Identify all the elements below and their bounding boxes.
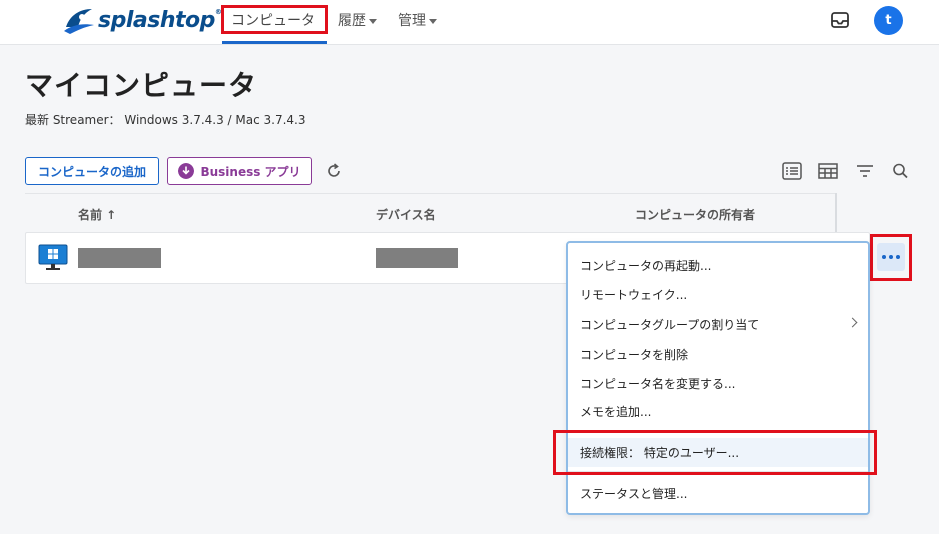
avatar-initial: t <box>885 13 892 28</box>
business-app-label: Business アプリ <box>200 164 301 179</box>
splashtop-logo-icon <box>64 9 94 34</box>
table-header: 名前 ↑ デバイス名 コンピュータの所有者 <box>25 193 835 233</box>
filter-icon[interactable] <box>855 162 875 180</box>
menu-item-label: コンピュータの再起動... <box>580 259 712 273</box>
menu-divider <box>568 430 868 431</box>
menu-item-add-note[interactable]: メモを追加... <box>568 397 868 426</box>
column-header-owner[interactable]: コンピュータの所有者 <box>635 206 755 223</box>
menu-item-status-management[interactable]: ステータスと管理... <box>568 479 868 508</box>
add-computer-label: コンピュータの追加 <box>37 164 146 179</box>
search-icon[interactable] <box>891 162 911 180</box>
streamer-version-text: 最新 Streamer： Windows 3.7.4.3 / Mac 3.7.4… <box>25 113 306 127</box>
redacted-computer-name <box>78 248 161 268</box>
column-header-device-name[interactable]: デバイス名 <box>376 206 436 223</box>
nav-history-label: 履歴 <box>338 13 366 29</box>
menu-item-label: 接続権限： 特定のユーザー... <box>580 446 740 460</box>
menu-item-remote-wake[interactable]: リモートウェイク... <box>568 280 868 309</box>
table-view-icon[interactable] <box>818 162 838 180</box>
menu-item-label: ステータスと管理... <box>580 487 688 501</box>
redacted-device-name <box>376 248 458 268</box>
menu-item-restart[interactable]: コンピュータの再起動... <box>568 251 868 280</box>
windows-computer-icon <box>38 244 68 270</box>
splashtop-logo[interactable]: splashtop® <box>62 4 222 36</box>
menu-divider <box>568 471 868 472</box>
menu-item-rename[interactable]: コンピュータ名を変更する... <box>568 369 868 398</box>
column-header-name[interactable]: 名前 ↑ <box>78 206 116 223</box>
chevron-right-icon <box>847 317 858 328</box>
business-app-button[interactable]: Business アプリ <box>167 157 312 185</box>
refresh-icon[interactable] <box>325 162 343 180</box>
caret-down-icon <box>369 18 377 24</box>
inbox-icon[interactable] <box>830 10 850 30</box>
nav-management-label: 管理 <box>398 13 426 29</box>
column-separator <box>835 193 837 233</box>
add-computer-button[interactable]: コンピュータの追加 <box>25 157 159 185</box>
menu-item-access-permission[interactable]: 接続権限： 特定のユーザー... <box>568 438 868 467</box>
dot-icon <box>896 255 900 259</box>
menu-item-label: コンピュータを削除 <box>580 348 689 362</box>
user-avatar[interactable]: t <box>874 6 903 35</box>
computer-actions-menu: コンピュータの再起動... リモートウェイク... コンピュータグループの割り当… <box>566 241 870 515</box>
more-actions-button[interactable] <box>877 243 905 271</box>
nav-management[interactable]: 管理 <box>398 10 437 30</box>
dot-icon <box>882 255 886 259</box>
dot-icon <box>889 255 893 259</box>
nav-history[interactable]: 履歴 <box>338 10 377 30</box>
caret-down-icon <box>429 18 437 24</box>
menu-item-assign-group[interactable]: コンピュータグループの割り当て <box>568 310 868 339</box>
download-circle-icon <box>178 163 195 179</box>
menu-item-label: コンピュータグループの割り当て <box>580 318 760 332</box>
list-view-icon[interactable] <box>782 162 802 180</box>
top-nav-bar: splashtop® コンピュータ 履歴 管理 t <box>0 0 939 45</box>
nav-active-indicator <box>222 41 327 44</box>
nav-computers-label: コンピュータ <box>231 13 315 29</box>
menu-item-label: メモを追加... <box>580 405 652 419</box>
nav-computers[interactable]: コンピュータ <box>231 10 315 30</box>
menu-item-label: コンピュータ名を変更する... <box>580 377 736 391</box>
logo-text: splashtop® <box>98 7 222 33</box>
menu-item-label: リモートウェイク... <box>580 288 688 302</box>
menu-item-delete[interactable]: コンピュータを削除 <box>568 340 868 369</box>
page-title: マイコンピュータ <box>25 69 258 102</box>
